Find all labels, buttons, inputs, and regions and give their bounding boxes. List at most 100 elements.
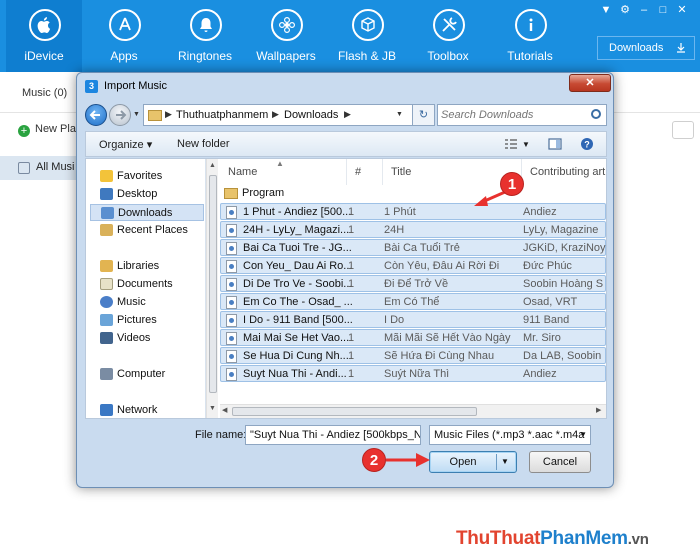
view-options-icon[interactable] — [504, 137, 518, 151]
recent-places-icon — [100, 224, 113, 236]
shirt-icon[interactable]: ▼ — [600, 4, 612, 16]
forward-button[interactable] — [109, 104, 131, 126]
chevron-right-icon[interactable]: ▶ — [165, 109, 172, 120]
view-dropdown-icon[interactable]: ▼ — [522, 140, 530, 149]
tree-videos[interactable]: Videos — [90, 330, 204, 347]
tree-recent-places[interactable]: Recent Places — [90, 222, 204, 239]
open-button[interactable]: Open ▼ — [429, 451, 517, 473]
nav-wallpapers[interactable]: Wallpapers — [248, 0, 324, 72]
tree-libraries[interactable]: Libraries — [90, 258, 204, 275]
all-music-item[interactable]: All Musi — [0, 156, 76, 180]
scroll-thumb[interactable] — [209, 175, 217, 393]
scroll-down-icon[interactable]: ▼ — [209, 405, 216, 412]
box-icon — [352, 9, 384, 41]
scroll-right-icon[interactable]: ▶ — [596, 406, 601, 414]
file-row[interactable]: Se Hua Di Cung Nh... 1 Sẽ Hứa Đi Cùng Nh… — [220, 347, 606, 364]
file-name: I Do - 911 Band [500... — [243, 314, 353, 326]
file-number: 1 — [348, 224, 355, 236]
file-row[interactable]: 24H - LyLy_ Magazi... 1 24H LyLy, Magazi… — [220, 221, 606, 238]
scroll-thumb[interactable] — [232, 407, 477, 416]
column-label: # — [355, 166, 362, 178]
tree-downloads[interactable]: Downloads — [90, 204, 204, 221]
file-row[interactable]: Bai Ca Tuoi Tre - JG... Bài Ca Tuổi Trẻ … — [220, 239, 606, 256]
preview-pane-icon[interactable] — [548, 137, 562, 151]
music-tab[interactable]: Music (0) — [22, 87, 67, 99]
audio-file-icon — [226, 242, 237, 255]
maximize-icon[interactable]: □ — [657, 4, 669, 16]
videos-icon — [100, 332, 113, 344]
nav-apps[interactable]: Apps — [86, 0, 162, 72]
file-row[interactable]: I Do - 911 Band [500... I Do 911 Band — [220, 311, 606, 328]
downloads-button[interactable]: Downloads — [597, 36, 695, 60]
file-row[interactable]: Em Co The - Osad_ ... Em Có Thể Osad, VR… — [220, 293, 606, 310]
file-row[interactable]: 1 Phut - Andiez [500... 1 1 Phút Andiez — [220, 203, 606, 220]
search-box[interactable] — [437, 104, 607, 126]
tree-favorites[interactable]: Favorites — [90, 168, 204, 185]
audio-file-icon — [226, 224, 237, 237]
sort-caret-icon: ▲ — [276, 159, 284, 168]
open-dropdown-icon[interactable]: ▼ — [501, 457, 509, 466]
help-icon[interactable]: ? — [580, 137, 594, 151]
address-dropdown-icon[interactable]: ▼ — [396, 111, 403, 118]
tree-network[interactable]: Network — [90, 402, 204, 419]
back-button[interactable] — [85, 104, 107, 126]
file-row[interactable]: Suyt Nua Thi - Andi... 1 Suýt Nữa Thì An… — [220, 365, 606, 382]
music-list-icon — [18, 162, 30, 174]
file-name-input[interactable]: "Suyt Nua Thi - Andiez [500kbps_N — [245, 425, 421, 445]
organize-button[interactable]: Organize ▾ — [99, 138, 152, 151]
app-search-icon[interactable] — [672, 121, 694, 139]
file-row[interactable]: Con Yeu_ Dau Ai Ro... 1 Còn Yêu, Đâu Ai … — [220, 257, 606, 274]
gear-icon[interactable]: ⚙ — [619, 4, 631, 16]
nav-tutorials[interactable]: Tutorials — [492, 0, 568, 72]
nav-flash-jb[interactable]: Flash & JB — [329, 0, 405, 72]
close-icon[interactable]: ✕ — [676, 4, 688, 16]
import-music-dialog: 3 Import Music ✕ ▼ ▶ Thuthuatphanmem ▶ D… — [76, 72, 614, 488]
folder-icon — [148, 110, 162, 121]
address-bar[interactable]: ▶ Thuthuatphanmem ▶ Downloads ▶ ▼ — [143, 104, 413, 126]
tree-documents[interactable]: Documents — [90, 276, 204, 293]
file-row[interactable]: Mai Mai Se Het Vao... 1 Mãi Mãi Sẽ Hết V… — [220, 329, 606, 346]
tree-computer[interactable]: Computer — [90, 366, 204, 383]
computer-icon — [100, 368, 113, 380]
refresh-button[interactable]: ↻ — [413, 104, 435, 126]
tree-label: Desktop — [117, 188, 158, 200]
column-header-artist[interactable]: Contributing art — [522, 159, 606, 185]
tree-scrollbar[interactable]: ▲ ▼ — [206, 159, 218, 418]
breadcrumb-segment[interactable]: Thuthuatphanmem — [176, 109, 268, 121]
nav-idevice[interactable]: iDevice — [6, 0, 82, 72]
dialog-close-button[interactable]: ✕ — [569, 74, 611, 92]
watermark-part: ThuThuat — [456, 528, 541, 549]
chevron-down-icon: ▼ — [579, 430, 587, 439]
file-name: Suyt Nua Thi - Andi... — [243, 368, 347, 380]
minimize-icon[interactable]: – — [638, 4, 650, 16]
recent-pages-dropdown[interactable]: ▼ — [133, 111, 140, 118]
tree-pictures[interactable]: Pictures — [90, 312, 204, 329]
audio-file-icon — [226, 368, 237, 381]
file-number: 1 — [348, 368, 355, 380]
chevron-right-icon[interactable]: ▶ — [344, 109, 351, 120]
column-header-name[interactable]: Name ▲ — [220, 159, 347, 185]
breadcrumb-segment[interactable]: Downloads — [284, 109, 338, 121]
horizontal-scrollbar[interactable]: ◀ ▶ — [220, 404, 606, 418]
nav-toolbox[interactable]: Toolbox — [410, 0, 486, 72]
watermark-part: PhanMem — [540, 528, 628, 549]
nav-ringtones[interactable]: Ringtones — [167, 0, 243, 72]
scroll-left-icon[interactable]: ◀ — [222, 406, 227, 414]
file-type-select[interactable]: Music Files (*.mp3 *.aac *.m4a ▼ — [429, 425, 591, 445]
new-folder-button[interactable]: New folder — [177, 138, 230, 150]
audio-file-icon — [226, 206, 237, 219]
column-label: Title — [391, 166, 412, 178]
file-row[interactable]: Di De Tro Ve - Soobi... 1 Đi Để Trở Về S… — [220, 275, 606, 292]
tree-music[interactable]: Music — [90, 294, 204, 311]
new-playlist-button[interactable]: + New Pla — [18, 123, 76, 137]
folder-row[interactable]: Program — [220, 185, 606, 202]
tree-desktop[interactable]: Desktop — [90, 186, 204, 203]
search-input[interactable] — [441, 107, 581, 123]
nav-label: Ringtones — [177, 49, 233, 63]
cancel-button[interactable]: Cancel — [529, 451, 591, 473]
file-artist: Soobin Hoàng S — [523, 278, 604, 290]
chevron-right-icon[interactable]: ▶ — [272, 109, 279, 120]
column-header-number[interactable]: # — [347, 159, 383, 185]
file-number: 1 — [348, 332, 355, 344]
scroll-up-icon[interactable]: ▲ — [209, 162, 216, 169]
